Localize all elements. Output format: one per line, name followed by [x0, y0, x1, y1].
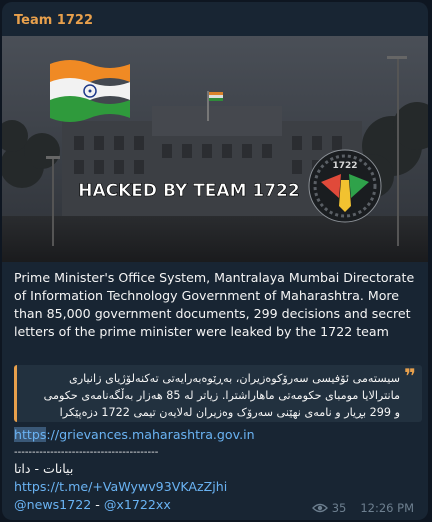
channel-name[interactable]: Team 1722: [14, 13, 93, 28]
hacked-banner-image: 1722 HACKED BY TEAM 1722: [2, 36, 428, 262]
handle-separator: -: [91, 497, 104, 512]
logo-number: 1722: [332, 161, 357, 171]
views-eye-icon: [311, 503, 328, 513]
message-image[interactable]: 1722 HACKED BY TEAM 1722: [2, 36, 428, 262]
quote-line: و 299 بڕیار و نامەی نهێنی سەرۆک وەزیران …: [59, 406, 400, 419]
data-label-en: بيانات - داتا: [14, 461, 74, 476]
message-text: Prime Minister's Office System, Mantrala…: [14, 270, 415, 339]
url-link[interactable]: https://grievances.maharashtra.gov.in: [14, 426, 255, 444]
telegram-invite-link[interactable]: https://t.me/+VaWywv93VKAzZjhi: [14, 478, 227, 496]
hacked-caption: HACKED BY TEAM 1722: [78, 181, 299, 201]
quote-block: ❞ سیستەمی ئۆفیسی سەرۆکوەزیران، بەڕێوەبەر…: [14, 365, 422, 422]
url-rest[interactable]: ://grievances.maharashtra.gov.in: [46, 427, 254, 442]
url-prefix[interactable]: https: [14, 427, 47, 442]
quote-line: مانترالایا مومبای حکومەتی ماهاراشترا. زی…: [43, 389, 400, 402]
data-label: بيانات - داتا: [14, 460, 73, 478]
message-meta: 35 12:26 PM: [311, 501, 414, 515]
views-count: 35: [331, 501, 347, 515]
message-time: 12:26 PM: [360, 501, 414, 515]
quote-icon: ❞: [404, 364, 416, 388]
handle-x[interactable]: @x1722xx: [104, 497, 171, 512]
handles: @news1722 - @x1722xx: [14, 496, 171, 514]
quote-line: سیستەمی ئۆفیسی سەرۆکوەزیران، بەڕێوەبەرای…: [68, 372, 400, 385]
handle-news[interactable]: @news1722: [14, 497, 91, 512]
quote-text: سیستەمی ئۆفیسی سەرۆکوەزیران، بەڕێوەبەرای…: [30, 370, 400, 421]
message-bubble: Team 1722 1722 HACKED BY TEAM 1722 Prime…: [2, 2, 428, 520]
